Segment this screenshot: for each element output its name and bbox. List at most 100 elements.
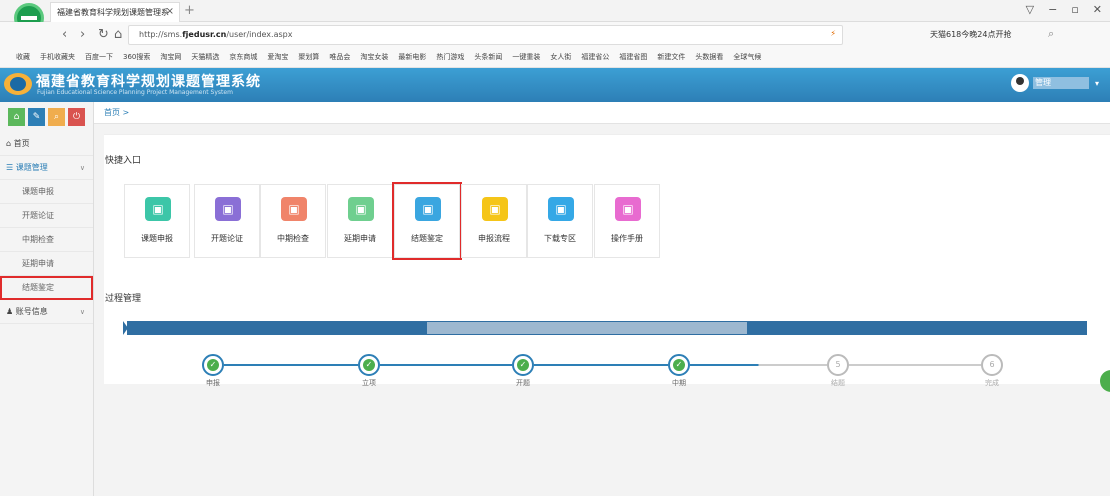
process-step: ✓ (512, 354, 534, 376)
home-shortcut-icon[interactable]: ⌂ (8, 108, 25, 126)
quick-entry-card[interactable]: ▣ 下载专区 (527, 184, 593, 258)
new-tab-button[interactable]: + (184, 3, 195, 18)
bookmark-item[interactable]: 爱淘宝 (267, 53, 288, 61)
chevron-down-icon: ∨ (79, 164, 85, 172)
process-step: ✓ (358, 354, 380, 376)
progress-bar-label-redacted (427, 322, 747, 334)
bookmark-item[interactable]: 京东商城 (229, 53, 257, 61)
main-content: 首页 > (94, 102, 1110, 496)
bookmark-item[interactable]: 热门游戏 (436, 53, 464, 61)
quick-entry-icon: ▣ (482, 197, 508, 221)
quick-entry-card[interactable]: ▣ 开题论证 (194, 184, 260, 258)
user-nav-icon: ♟ (6, 307, 16, 316)
sidebar-group-account[interactable]: ♟ 账号信息 ∨ (0, 300, 93, 324)
bookmark-item[interactable]: 聚划算 (298, 53, 319, 61)
quick-entry-icon: ▣ (348, 197, 374, 221)
quick-entry-icon: ▣ (548, 197, 574, 221)
process-step-label: 立项 (362, 379, 376, 387)
bookmark-item[interactable]: 天猫精选 (191, 53, 219, 61)
quick-entry-card[interactable]: ▣ 操作手册 (594, 184, 660, 258)
bookmarks-bar: 收藏 手机收藏夹 百度一下 360搜索 淘宝网 天猫精选 京东商城 爱淘宝 聚划算 唯品会 淘宝女装… (0, 48, 1110, 68)
lightning-icon[interactable]: ⚡ (830, 29, 836, 38)
user-menu[interactable]: 管理 ▾ (1011, 72, 1105, 94)
bookmark-item[interactable]: 唯品会 (329, 53, 350, 61)
url-prefix: http://sms. (139, 30, 183, 39)
bookmark-item[interactable]: 淘宝网 (160, 53, 181, 61)
quick-entry-label: 开题论证 (211, 234, 243, 243)
process-step: ✓ (668, 354, 690, 376)
menu-icon[interactable]: ▽ (1026, 3, 1034, 16)
bookmark-item[interactable]: 百度一下 (85, 53, 113, 61)
process-step: 5 (827, 354, 849, 376)
content-panel (104, 134, 1110, 384)
bookmark-item[interactable]: 全球气候 (733, 53, 761, 61)
quick-entry-label: 申报流程 (478, 234, 510, 243)
close-tab-icon[interactable]: × (166, 6, 174, 17)
back-icon[interactable]: ‹ (62, 27, 67, 42)
step-connector (690, 364, 827, 366)
quick-entry-icon: ▣ (281, 197, 307, 221)
process-step-label: 申报 (206, 379, 220, 387)
bookmark-item[interactable]: 福建省图 (619, 53, 647, 61)
check-icon: ✓ (363, 359, 375, 371)
quick-entry-icon: ▣ (415, 197, 441, 221)
check-icon: ✓ (673, 359, 685, 371)
quick-entry-card[interactable]: ▣ 中期检查 (260, 184, 326, 258)
bookmark-item[interactable]: 360搜索 (123, 53, 150, 61)
forward-icon[interactable]: › (80, 27, 85, 42)
refresh-icon[interactable]: ↻ (98, 27, 109, 42)
quick-entry-card[interactable]: ▣ 延期申请 (327, 184, 393, 258)
url-path: /user/index.aspx (226, 30, 293, 39)
quick-entry-card[interactable]: ▣ 申报流程 (461, 184, 527, 258)
browser-tab[interactable]: 福建省教育科学规划课题管理系 × (50, 2, 180, 22)
promo-text[interactable]: 天猫618今晚24点开抢 (930, 29, 1011, 40)
sidebar-item-home[interactable]: ⌂ 首页 (0, 132, 93, 156)
search-shortcut-icon[interactable]: ⌕ (48, 108, 65, 126)
step-connector (849, 364, 981, 366)
close-window-icon[interactable]: ✕ (1093, 3, 1102, 16)
bookmark-item[interactable]: 淘宝女装 (360, 53, 388, 61)
sidebar-item-label: 首页 (13, 139, 30, 148)
window-controls: ▽ − ▫ ✕ (1026, 3, 1102, 16)
sidebar-item-apply[interactable]: 课题申报 (0, 180, 93, 204)
quick-entry-card[interactable]: ▣ 结题鉴定 (392, 182, 462, 260)
browser-tab-bar: 福建省教育科学规划课题管理系 × + ▽ − ▫ ✕ (0, 0, 1110, 33)
user-name: 管理 (1033, 77, 1089, 89)
bookmark-item[interactable]: 新建文件 (657, 53, 685, 61)
quick-entry-icon: ▣ (215, 197, 241, 221)
step-connector (534, 364, 668, 366)
power-shortcut-icon[interactable]: ⏻ (68, 108, 85, 126)
search-icon[interactable]: ⌕ (1048, 27, 1054, 41)
quick-entry-title: 快捷入口 (105, 156, 142, 166)
sidebar-group-project[interactable]: ☰ 课题管理 ∨ (0, 156, 93, 180)
minimize-icon[interactable]: − (1048, 3, 1057, 16)
bookmark-item[interactable]: 收藏 (16, 53, 30, 61)
sidebar: ⌂ ✎ ⌕ ⏻ ⌂ 首页 ☰ 课题管理 ∨ 课题申报 开题论证 中期检查 延期申… (0, 102, 94, 496)
sidebar-item-conclusion[interactable]: 结题鉴定 (0, 276, 93, 300)
bookmark-item[interactable]: 一键重装 (512, 53, 540, 61)
quick-entry-card[interactable]: ▣ 课题申报 (124, 184, 190, 258)
breadcrumb[interactable]: 首页 > (94, 102, 1110, 124)
process-step-label: 结题 (831, 379, 845, 387)
maximize-icon[interactable]: ▫ (1071, 3, 1078, 16)
quick-entry-label: 下载专区 (544, 234, 576, 243)
bookmark-item[interactable]: 最新电影 (398, 53, 426, 61)
system-title: 福建省教育科学规划课题管理系统 (36, 74, 261, 90)
edit-shortcut-icon[interactable]: ✎ (28, 108, 45, 126)
app-header: 福建省教育科学规划课题管理系统 Fujian Educational Scien… (0, 68, 1110, 102)
sidebar-item-extension[interactable]: 延期申请 (0, 252, 93, 276)
quick-entry-label: 操作手册 (611, 234, 643, 243)
bookmark-item[interactable]: 头数据看 (695, 53, 723, 61)
quick-entry-label: 课题申报 (141, 234, 173, 243)
bookmark-item[interactable]: 女人街 (550, 53, 571, 61)
bookmark-item[interactable]: 手机收藏夹 (40, 53, 75, 61)
bookmark-item[interactable]: 福建省公 (581, 53, 609, 61)
tab-title: 福建省教育科学规划课题管理系 (57, 8, 169, 17)
url-bar[interactable]: http://sms.fjedusr.cn/user/index.aspx ⚡ (128, 25, 843, 45)
bookmark-item[interactable]: 头条新闻 (474, 53, 502, 61)
sidebar-item-midterm[interactable]: 中期检查 (0, 228, 93, 252)
sidebar-item-opening[interactable]: 开题论证 (0, 204, 93, 228)
home-icon[interactable]: ⌂ (114, 27, 122, 42)
url-domain: fjedusr.cn (182, 30, 227, 39)
check-icon: ✓ (207, 359, 219, 371)
